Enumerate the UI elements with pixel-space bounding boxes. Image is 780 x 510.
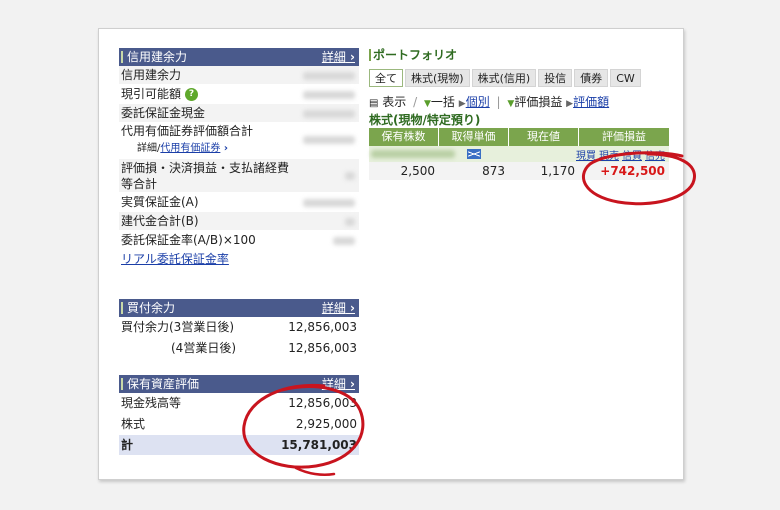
blurred-value [345, 218, 355, 226]
divider: | [496, 95, 501, 109]
asset-row-value: 2,925,000 [295, 417, 357, 431]
pl-value: +742,500 [600, 164, 665, 178]
asset-row-value: 12,856,003 [288, 396, 357, 410]
blurred-value [303, 72, 355, 80]
portfolio-title: ポートフォリオ [369, 47, 669, 63]
col-price: 現在値 [509, 128, 579, 146]
cash-buy-link[interactable]: 現買 [576, 151, 596, 162]
credit-panel: 信用建余力 詳細 信用建余力 現引可能額? 委託保証金現金 代用有価証券評価額合… [119, 48, 359, 269]
buying-row-label: 買付余力(3営業日後) [121, 320, 234, 334]
individual-view-link[interactable]: 個別 [466, 95, 490, 109]
credit-row-label: 評価損・決済損益・支払諸経費等合計 [121, 161, 290, 191]
detail-prefix: 詳細/ [137, 143, 161, 154]
realtime-margin-link[interactable]: リアル委託保証金率 [121, 252, 229, 266]
assets-panel-title: 保有資産評価 [127, 377, 200, 391]
credit-row-label: 委託保証金率(A/B)×100 [121, 233, 256, 247]
asset-total-value: 15,781,003 [281, 438, 357, 452]
credit-row-label: 委託保証金現金 [121, 106, 206, 120]
blurred-value [303, 199, 355, 207]
credit-row-label: 信用建余力 [121, 68, 182, 82]
credit-panel-title: 信用建余力 [127, 50, 188, 64]
credit-row: 建代金合計(B) [119, 212, 359, 231]
assets-detail-link[interactable]: 詳細 [322, 375, 355, 393]
credit-row: 委託保証金率(A/B)×100 [119, 231, 359, 250]
col-cost: 取得単価 [439, 128, 509, 146]
account-frame: 信用建余力 詳細 信用建余力 現引可能額? 委託保証金現金 代用有価証券評価額合… [98, 28, 684, 480]
help-icon[interactable]: ? [185, 88, 199, 101]
credit-row: 信用建余力 [119, 66, 359, 85]
cash-sell-link[interactable]: 現売 [599, 151, 619, 162]
eval-amount-link[interactable]: 評価額 [573, 95, 609, 109]
buying-panel-title: 買付余力 [127, 301, 176, 315]
margin-buy-link[interactable]: 信買 [622, 151, 642, 162]
mail-icon[interactable] [467, 149, 481, 159]
tab-bonds[interactable]: 債券 [574, 69, 609, 87]
credit-row-label: 実質保証金(A) [121, 195, 199, 209]
holdings-section-title: 株式(現物/特定預り) [369, 113, 481, 127]
tab-cw[interactable]: CW [610, 69, 641, 87]
col-pl: 評価損益 [579, 128, 669, 146]
blurred-value [333, 237, 355, 245]
credit-row: 実質保証金(A) [119, 193, 359, 212]
list-icon: ▤ [369, 98, 379, 109]
credit-row-label: 代用有価証券評価額合計 [121, 124, 254, 138]
portfolio-toolbar: ▤ 表示 / ▼一括 ▶個別 | ▼評価損益 ▶評価額 [369, 94, 669, 110]
portfolio-section: ポートフォリオ 全て 株式(現物) 株式(信用) 投信 債券 CW ▤ 表示 /… [369, 47, 669, 180]
assets-panel-header: 保有資産評価 詳細 [119, 375, 359, 393]
buying-row-label: (4営業日後) [171, 341, 236, 355]
holding-values-row: 2,500 873 1,170 +742,500 [369, 162, 669, 180]
eval-pl-option[interactable]: 評価損益 [514, 95, 562, 109]
blurred-value [303, 136, 355, 144]
cost-value: 873 [482, 164, 505, 178]
blurred-value [303, 110, 355, 118]
tab-all[interactable]: 全て [369, 69, 403, 87]
buying-row: (4営業日後) 12,856,003 [119, 338, 359, 359]
shares-value: 2,500 [400, 164, 435, 178]
substitute-securities-link[interactable]: 代用有価証券 [160, 143, 220, 154]
credit-row: 委託保証金現金 [119, 104, 359, 123]
trade-actions: 現買 現売 信買 信売 [573, 147, 665, 162]
holding-name-row: 現買 現売 信買 信売 [369, 146, 669, 162]
margin-sell-link[interactable]: 信売 [645, 151, 665, 162]
buying-detail-link[interactable]: 詳細 [322, 299, 355, 317]
buying-row-value: 12,856,003 [288, 320, 357, 334]
price-value: 1,170 [540, 164, 575, 178]
credit-panel-header: 信用建余力 詳細 [119, 48, 359, 66]
credit-detail-link[interactable]: 詳細 [322, 48, 355, 66]
buying-row: 買付余力(3営業日後) 12,856,003 [119, 317, 359, 338]
tab-stock-margin[interactable]: 株式(信用) [471, 69, 537, 87]
asset-evaluation-panel: 保有資産評価 詳細 現金残高等 12,856,003 株式 2,925,000 … [119, 375, 359, 456]
bulk-view-option[interactable]: 一括 [431, 95, 455, 109]
credit-row-label: 建代金合計(B) [121, 214, 199, 228]
asset-total-label: 計 [121, 438, 134, 452]
asset-row: 現金残高等 12,856,003 [119, 393, 359, 414]
asset-row: 株式 2,925,000 [119, 414, 359, 435]
triangle-down-icon: ▼ [424, 99, 431, 109]
tab-funds[interactable]: 投信 [538, 69, 573, 87]
blurred-value [303, 91, 355, 99]
blurred-stock-name[interactable] [371, 150, 455, 158]
asset-row-label: 現金残高等 [121, 396, 182, 410]
display-label: 表示 [382, 95, 407, 109]
credit-row: 評価損・決済損益・支払諸経費等合計 [119, 159, 359, 193]
divider: / [413, 95, 418, 109]
credit-row-label: 現引可能額 [121, 87, 182, 101]
asset-total-row: 計 15,781,003 [119, 435, 359, 456]
holdings-header: 保有株数 取得単価 現在値 評価損益 [369, 128, 669, 146]
triangle-right-icon: ▶ [458, 99, 466, 109]
buying-power-panel: 買付余力 詳細 買付余力(3営業日後) 12,856,003 (4営業日後) 1… [119, 299, 359, 359]
blurred-value [345, 172, 355, 180]
credit-row: 代用有価証券評価額合計 詳細/代用有価証券 › [119, 123, 359, 159]
credit-row: 現引可能額? [119, 85, 359, 104]
asset-row-label: 株式 [121, 417, 146, 431]
buying-panel-header: 買付余力 詳細 [119, 299, 359, 317]
buying-row-value: 12,856,003 [288, 341, 357, 355]
chevron-right-icon: › [220, 143, 228, 154]
portfolio-tabs: 全て 株式(現物) 株式(信用) 投信 債券 CW [369, 69, 669, 87]
credit-row: リアル委託保証金率 [119, 250, 359, 269]
tab-stock-cash[interactable]: 株式(現物) [405, 69, 470, 87]
col-shares: 保有株数 [369, 128, 439, 146]
